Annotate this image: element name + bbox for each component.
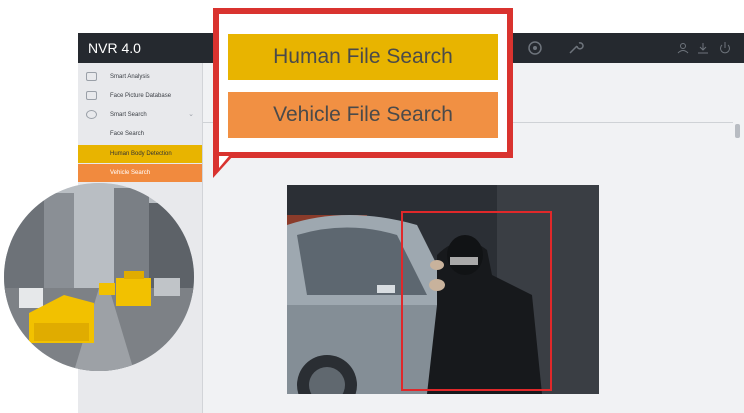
sidebar-item-label: Face Search <box>110 131 145 137</box>
sidebar-item-smart-search[interactable]: Smart Search ⌄ <box>78 106 202 124</box>
sidebar-item-vehicle-search[interactable]: Vehicle Search <box>78 164 202 182</box>
sidebar-item-label: Smart Search <box>110 112 147 118</box>
street-traffic-image <box>4 183 194 371</box>
sidebar-item-label: Smart Analysis <box>110 74 150 80</box>
app-title: NVR 4.0 <box>88 40 141 56</box>
callout-pointer-inner <box>219 156 229 168</box>
sidebar-item-face-search[interactable]: Face Search <box>78 125 202 143</box>
chevron-down-icon: ⌄ <box>188 111 194 118</box>
search-icon <box>86 110 97 119</box>
search-type-callout: Human File Search Vehicle File Search <box>213 8 513 158</box>
sidebar-item-label: Vehicle Search <box>110 170 151 176</box>
sidebar-item-human-body-detection[interactable]: Human Body Detection <box>78 145 202 163</box>
detection-bounding-box <box>401 211 552 391</box>
human-file-search-button[interactable]: Human File Search <box>228 34 498 80</box>
face-db-icon <box>86 91 97 100</box>
chart-icon <box>86 72 97 81</box>
sidebar-item-smart-analysis[interactable]: Smart Analysis <box>78 68 202 86</box>
sidebar-item-face-picture-database[interactable]: Face Picture Database <box>78 87 202 105</box>
vehicle-file-search-button[interactable]: Vehicle File Search <box>228 92 498 138</box>
sidebar-item-label: Face Picture Database <box>110 93 172 99</box>
user-icon[interactable] <box>674 39 692 57</box>
download-icon[interactable] <box>694 39 712 57</box>
power-icon[interactable] <box>716 39 734 57</box>
wrench-icon[interactable] <box>566 39 584 57</box>
sidebar-item-label: Human Body Detection <box>110 151 172 157</box>
gear-icon[interactable] <box>526 39 544 57</box>
scrollbar[interactable] <box>735 124 740 138</box>
